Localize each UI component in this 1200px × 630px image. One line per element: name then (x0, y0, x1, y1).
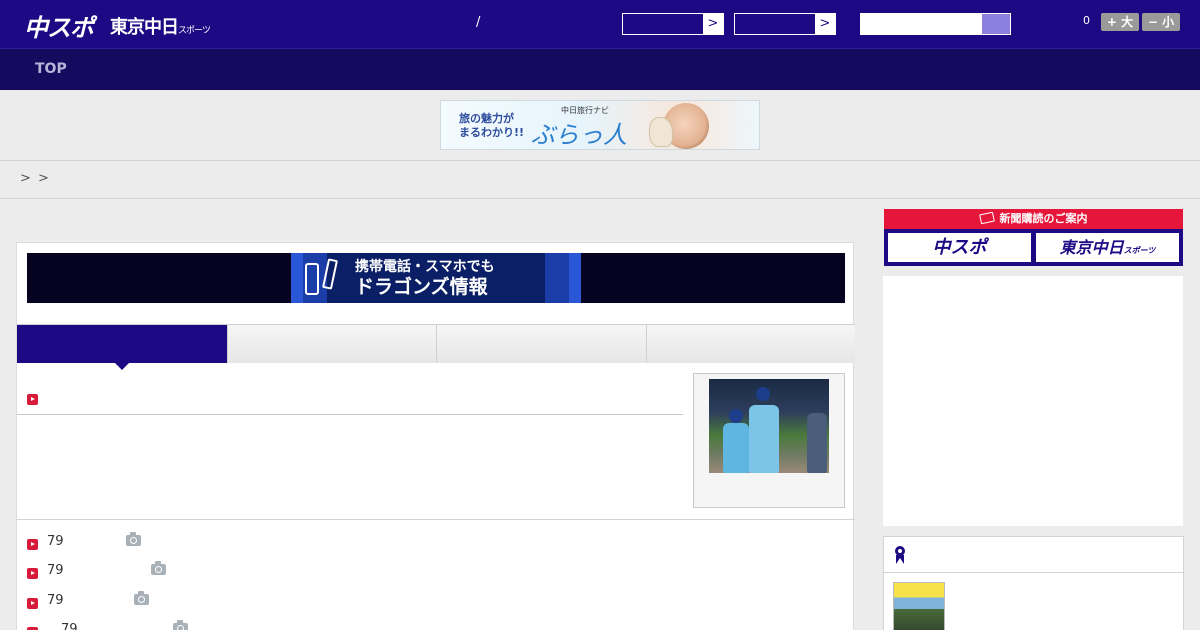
mobile-banner-graphic: 携帯電話・スマホでも ドラゴンズ情報 (291, 253, 581, 303)
travel-ad-tagline: 旅の魅力が まるわかり!! (459, 112, 524, 140)
subscribe-tokyo-suffix: スポーツ (1123, 246, 1156, 255)
tokyo-chunichi-logo[interactable]: 東京中日スポーツ (110, 13, 211, 39)
tab-2[interactable] (227, 325, 437, 363)
mobile-banner-line1: 携帯電話・スマホでも (355, 259, 495, 275)
chevron-right-icon: > (703, 14, 723, 34)
category-select-1[interactable]: > (622, 13, 724, 35)
news-item-text: 79 (47, 534, 64, 549)
arrow-right-icon (27, 539, 38, 550)
arrow-right-icon (27, 598, 38, 609)
ribbon-award-icon (895, 546, 905, 565)
search-submit-button[interactable] (982, 14, 1010, 34)
nav-item-top[interactable]: TOP (35, 61, 67, 77)
tokyo-logo-suffix: スポーツ (178, 26, 211, 36)
featured-story (17, 363, 855, 520)
arrow-right-icon (27, 568, 38, 579)
camera-icon (151, 561, 166, 575)
subscription-heading-text: 新聞購読のご案内 (999, 212, 1088, 225)
subscription-box: 新聞購読のご案内 中スポ 東京中日スポーツ (884, 209, 1183, 266)
phone-icon (305, 263, 319, 295)
zoom-in-button[interactable]: + 大 (1101, 13, 1139, 31)
chuspo-logo[interactable]: 中スポ (24, 8, 94, 43)
camera-icon (134, 591, 149, 605)
tab-4[interactable] (646, 325, 855, 363)
player-figure (749, 405, 779, 473)
book-cover-thumbnail[interactable] (893, 582, 945, 630)
player-figure (807, 413, 827, 473)
news-tabs (17, 324, 855, 370)
ranking-box (883, 536, 1184, 630)
baseball-players-photo (709, 379, 829, 473)
zoom-out-button[interactable]: − 小 (1142, 13, 1180, 31)
camera-icon (126, 532, 141, 546)
travel-ad-tagline-2: まるわかり!! (459, 126, 525, 139)
newspaper-icon (978, 211, 995, 225)
flip-phone-icon (321, 258, 339, 290)
header-separator: / (476, 15, 481, 30)
tab-1[interactable] (17, 325, 227, 370)
news-item-text: 79 (61, 622, 78, 630)
tokyo-logo-text: 東京中日 (110, 17, 179, 38)
subscribe-chuspo-button[interactable]: 中スポ (888, 233, 1031, 262)
chevron-right-icon: > (815, 14, 835, 34)
site-header: 中スポ 東京中日スポーツ / > > 0 + 大 − 小 (0, 0, 1200, 48)
travel-ad-logo: ぶらっ人 (531, 121, 627, 149)
main-content: 携帯電話・スマホでも ドラゴンズ情報 79 79 79 79 (16, 242, 855, 630)
ranking-header (884, 537, 1183, 573)
arrow-right-icon (27, 394, 38, 405)
seashell-image (649, 117, 673, 147)
featured-photo-frame[interactable] (693, 373, 845, 508)
camera-icon (173, 620, 188, 630)
news-item-text: 79 (47, 593, 64, 608)
subscribe-tokyo-chunichi-button[interactable]: 東京中日スポーツ (1036, 233, 1179, 262)
player-figure (723, 423, 749, 473)
player-cap (756, 387, 770, 401)
mobile-dragons-banner[interactable]: 携帯電話・スマホでも ドラゴンズ情報 (27, 253, 845, 303)
player-helmet (729, 409, 743, 423)
travel-ad-banner[interactable]: 旅の魅力が まるわかり!! 中日旅行ナビ ぶらっ人 (440, 100, 760, 150)
category-select-2[interactable]: > (734, 13, 836, 35)
main-nav: TOP (0, 48, 1200, 90)
subscription-heading: 新聞購読のご案内 (884, 209, 1183, 229)
tab-3[interactable] (436, 325, 646, 363)
breadcrumb: > > (0, 161, 1200, 199)
sidebar-ad-slot[interactable] (883, 276, 1183, 526)
news-item-text: 79 (47, 563, 64, 578)
ad-strip: 旅の魅力が まるわかり!! 中日旅行ナビ ぶらっ人 (0, 90, 1200, 161)
mobile-banner-line2: ドラゴンズ情報 (355, 276, 488, 298)
mobile-banner-text: 携帯電話・スマホでも ドラゴンズ情報 (355, 257, 495, 297)
breadcrumb-separator: > (38, 171, 49, 186)
search-input[interactable] (860, 13, 1011, 35)
divider (17, 414, 683, 415)
zoom-level: 0 (1083, 14, 1090, 27)
travel-ad-tagline-1: 旅の魅力が (459, 112, 514, 125)
subscribe-tokyo-text: 東京中日 (1059, 238, 1124, 257)
breadcrumb-separator: > (20, 171, 31, 186)
